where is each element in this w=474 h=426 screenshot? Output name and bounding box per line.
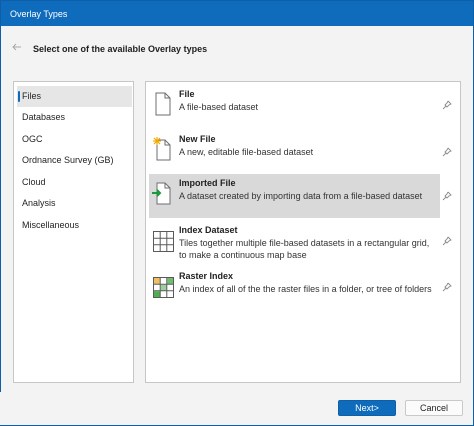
category-files[interactable]: Files xyxy=(17,86,132,107)
file-icon xyxy=(152,91,174,117)
overlay-type-list: File A file-based dataset New File A new… xyxy=(145,81,461,383)
pin-icon[interactable] xyxy=(442,100,452,110)
category-list: Files Databases OGC Ordnance Survey (GB)… xyxy=(13,81,134,383)
overlay-type-description: Tiles together multiple file-based datas… xyxy=(179,238,430,260)
overlay-type-description: A dataset created by importing data from… xyxy=(179,191,423,201)
overlay-type-index-dataset[interactable]: Index Dataset Tiles together multiple fi… xyxy=(149,221,440,265)
title-bar: Overlay Types xyxy=(1,1,473,26)
category-label: Ordnance Survey (GB) xyxy=(22,155,114,165)
overlay-type-raster-index[interactable]: Raster Index An index of all of the the … xyxy=(149,267,440,311)
pin-icon[interactable] xyxy=(442,236,452,246)
overlay-type-new-file[interactable]: New File A new, editable file-based data… xyxy=(149,130,440,174)
category-miscellaneous[interactable]: Miscellaneous xyxy=(17,215,132,236)
category-label: OGC xyxy=(22,134,43,144)
overlay-type-description: An index of all of the the raster files … xyxy=(179,284,432,294)
pin-icon[interactable] xyxy=(442,191,452,201)
category-label: Cloud xyxy=(22,177,46,187)
category-analysis[interactable]: Analysis xyxy=(17,193,132,214)
raster-grid-icon xyxy=(152,273,174,299)
next-button[interactable]: Next> xyxy=(338,400,396,416)
category-databases[interactable]: Databases xyxy=(17,107,132,128)
category-ogc[interactable]: OGC xyxy=(17,129,132,150)
category-cloud[interactable]: Cloud xyxy=(17,172,132,193)
category-label: Analysis xyxy=(22,198,56,208)
category-ordnance-survey[interactable]: Ordnance Survey (GB) xyxy=(17,150,132,171)
dialog-footer xyxy=(0,392,472,425)
category-label: Databases xyxy=(22,112,66,122)
overlay-type-description: A new, editable file-based dataset xyxy=(179,147,314,157)
overlay-type-description: A file-based dataset xyxy=(179,102,259,112)
overlay-type-imported-file[interactable]: Imported File A dataset created by impor… xyxy=(149,174,440,218)
category-label: Miscellaneous xyxy=(22,220,80,230)
overlay-type-name: Index Dataset xyxy=(179,225,238,235)
window-title: Overlay Types xyxy=(10,9,68,19)
back-arrow-icon[interactable] xyxy=(11,41,23,53)
new-file-icon xyxy=(152,136,174,162)
cancel-button[interactable]: Cancel xyxy=(405,400,463,416)
pin-icon[interactable] xyxy=(442,147,452,157)
category-label: Files xyxy=(22,91,42,101)
overlay-type-name: Imported File xyxy=(179,178,236,188)
import-file-icon xyxy=(152,180,174,206)
pin-icon[interactable] xyxy=(442,282,452,292)
header-prompt: Select one of the available Overlay type… xyxy=(33,44,208,54)
overlay-type-file[interactable]: File A file-based dataset xyxy=(149,85,440,129)
grid-icon xyxy=(152,227,174,253)
overlay-type-name: New File xyxy=(179,134,216,144)
overlay-type-name: File xyxy=(179,89,195,99)
overlay-type-name: Raster Index xyxy=(179,271,234,281)
